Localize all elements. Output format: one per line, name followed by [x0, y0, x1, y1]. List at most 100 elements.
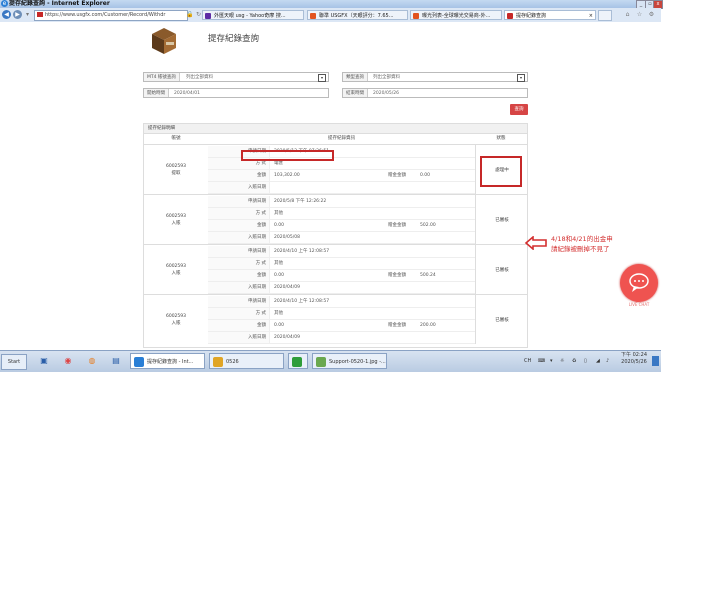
keyboard-icon[interactable]: ⌨: [538, 354, 545, 368]
chevron-down-icon[interactable]: ▾: [318, 74, 326, 82]
amount-value: 103,302.00: [274, 173, 300, 178]
status-cell: 已審核: [475, 295, 528, 344]
apply-date-row: 申請日期 2020/4/10 上午 12:08:57: [208, 246, 475, 258]
tab-label: 聯準 USGFX（天眼評分：7.65...: [319, 13, 394, 19]
method-label: 方 式: [208, 308, 270, 319]
live-chat-button[interactable]: [620, 264, 658, 302]
account-number: 6002593: [165, 263, 187, 269]
posted-date-label: 入賬日期: [208, 282, 270, 293]
image-viewer-icon: [316, 357, 326, 367]
account-number: 6002593: [165, 163, 187, 169]
window-title: 提存紀錄查詢 - Internet Explorer: [9, 0, 110, 7]
apply-date-value: 2020/4/10 上午 12:08:57: [274, 249, 330, 254]
amount-row: 金額 0.00 贈金金額 502.00: [208, 220, 475, 232]
sync-icon[interactable]: ♻: [572, 354, 576, 368]
site-favicon-icon: [37, 12, 43, 17]
method-value: 其他: [274, 261, 283, 266]
end-date-field[interactable]: 結束時間 2020/05/26: [342, 88, 528, 98]
start-date-field[interactable]: 開始時間 2020/04/01: [143, 88, 329, 98]
tab-label: 提存紀錄查詢: [516, 13, 547, 19]
home-icon[interactable]: ⌂: [624, 11, 631, 18]
refresh-icon[interactable]: ↻: [195, 11, 202, 18]
table-row: 6002593 入賬 申請日期 2020/5/8 下午 12:26:22 方 式其他 金額…: [144, 194, 527, 244]
tab-exposure-list[interactable]: 曝光列表-全球曝光交易商-外...: [410, 10, 502, 20]
apply-date-row: 申請日期 2020/5/8 下午 12:26:22: [208, 196, 475, 208]
chevron-down-icon[interactable]: ▾: [550, 354, 553, 368]
amount-value: 0.00: [274, 323, 285, 328]
status-badge: 已審核: [495, 317, 509, 323]
chevron-down-icon[interactable]: ▾: [517, 74, 525, 82]
taskbar: Start ▣ ◉ ◍ ▤ 提存紀錄查詢 - Int... 0526 Suppo…: [0, 350, 661, 372]
mt4-account-select[interactable]: MT4 帳號查詢 列出全部資料 ▾: [143, 72, 329, 82]
archive-box-icon: [152, 28, 176, 54]
amount-label: 金額: [208, 270, 270, 281]
status-badge: 已審核: [495, 267, 509, 273]
account-cell: 6002593 入賬: [144, 195, 208, 244]
method-value: 其他: [274, 311, 283, 316]
address-bar[interactable]: https://www.usgfx.com/Customer/Record/Wi…: [34, 10, 188, 21]
type-label: 類型查詢: [343, 73, 368, 81]
page-title: 提存紀錄查詢: [208, 34, 260, 44]
battery-icon[interactable]: ▯: [584, 354, 587, 368]
volume-icon[interactable]: ♪: [606, 354, 609, 368]
task-label: 0526: [226, 359, 239, 365]
chat-bubble-icon: [629, 273, 649, 292]
start-button[interactable]: Start: [1, 354, 27, 370]
task-label: Support-0520-1.jpg -...: [329, 359, 386, 365]
task-image-viewer[interactable]: Support-0520-1.jpg -...: [312, 353, 387, 369]
tab-yahoo-search[interactable]: 外匯天眼 usg - Yahoo奇摩 搜...: [202, 10, 304, 20]
table-row: 6002593 入賬 申請日期 2020/4/10 上午 12:08:57 方 式其他金…: [144, 294, 527, 344]
fee-label: 贈金金額: [388, 173, 406, 178]
close-tab-icon[interactable]: ×: [589, 11, 593, 19]
query-button[interactable]: 查詢: [510, 104, 528, 115]
lock-icon[interactable]: 🔒: [186, 11, 193, 18]
clock[interactable]: 下午 02:24 2020/5/26: [618, 352, 650, 366]
type-select[interactable]: 類型查詢 列出全部資料 ▾: [342, 72, 528, 82]
highlight-status: [480, 156, 522, 187]
fee-value: 200.00: [420, 323, 436, 328]
record-type: 入賬: [171, 220, 181, 226]
annotation-note: 4/18和4/21的出金申 請紀錄被刪掉不見了: [551, 234, 613, 254]
line-app-icon: [292, 357, 302, 367]
mt4-account-value: 列出全部資料: [186, 75, 213, 80]
apply-date-row: 申請日期 2020/4/10 上午 12:08:57: [208, 296, 475, 308]
annotation-line-1: 4/18和4/21的出金申: [551, 235, 613, 243]
desktop-quicklaunch-icon[interactable]: ▤: [108, 354, 124, 368]
nav-dropdown-icon[interactable]: ▾: [24, 11, 31, 18]
forward-button[interactable]: ▶: [13, 10, 22, 19]
clock-date: 2020/5/26: [621, 359, 647, 365]
posted-date-value: 2020/05/08: [274, 235, 300, 240]
back-button[interactable]: ◀: [2, 10, 11, 19]
task-folder-0526[interactable]: 0526: [209, 353, 284, 369]
new-tab-button[interactable]: [598, 10, 612, 21]
start-date-value: 2020/04/01: [174, 91, 200, 96]
posted-date-value: 2020/04/09: [274, 335, 300, 340]
task-ie-window[interactable]: 提存紀錄查詢 - Int...: [130, 353, 205, 369]
account-number: 6002593: [165, 213, 187, 219]
start-date-label: 開始時間: [144, 89, 169, 97]
apply-date-value: 2020/5/8 下午 12:26:22: [274, 199, 327, 204]
network-icon[interactable]: ☼: [560, 354, 564, 368]
chrome-quicklaunch-icon[interactable]: ◉: [60, 354, 76, 368]
signal-icon[interactable]: ◢: [596, 354, 600, 368]
record-type: 入賬: [171, 270, 181, 276]
explorer-quicklaunch-icon[interactable]: ▣: [36, 354, 52, 368]
settings-gear-icon[interactable]: ⚙: [648, 11, 655, 18]
tab-withdraw-records[interactable]: 提存紀錄查詢 ×: [504, 10, 596, 20]
task-green-app[interactable]: [288, 353, 308, 369]
clock-time: 下午 02:24: [621, 352, 647, 358]
apply-date-value: 2020/4/10 上午 12:08:57: [274, 299, 330, 304]
tab-usgfx-rating[interactable]: 聯準 USGFX（天眼評分：7.65...: [307, 10, 408, 20]
language-indicator[interactable]: CH: [524, 354, 531, 368]
firefox-quicklaunch-icon[interactable]: ◍: [84, 354, 100, 368]
show-desktop-button[interactable]: [652, 356, 659, 366]
account-cell: 6002593 提取: [144, 145, 208, 194]
account-number: 6002593: [165, 313, 187, 319]
browser-toolbar: ◀ ▶ ▾ https://www.usgfx.com/Customer/Rec…: [0, 8, 661, 23]
favorites-star-icon[interactable]: ☆: [636, 11, 643, 18]
table-row: 6002593 入賬 申請日期 2020/4/10 上午 12:08:57 方 式其他金…: [144, 244, 527, 294]
amount-value: 0.00: [274, 223, 285, 228]
end-date-value: 2020/05/26: [373, 91, 399, 96]
annotation-arrow-icon: [524, 236, 547, 250]
status-cell: 已審核: [475, 195, 528, 244]
